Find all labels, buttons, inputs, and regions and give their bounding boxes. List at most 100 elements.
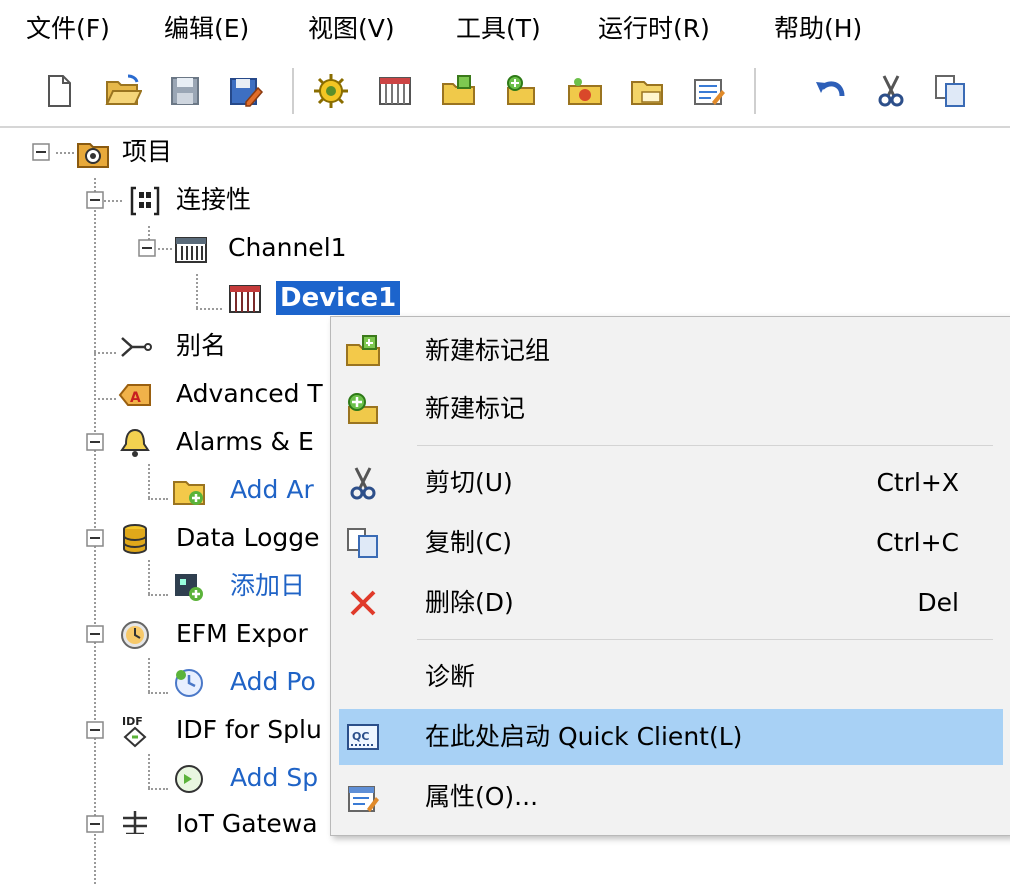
new-tag-group-icon	[345, 333, 381, 369]
gateway-icon	[118, 808, 152, 834]
toolbar	[0, 56, 1010, 126]
tree-node-efm-exporter[interactable]: EFM Expor	[0, 610, 330, 658]
tree-node-connectivity[interactable]: 连接性	[0, 176, 300, 224]
tree-label-connectivity: 连接性	[176, 185, 252, 214]
menu-item-cut[interactable]: 剪切(U) Ctrl+X	[339, 455, 1003, 511]
tree-label-add-poll-group: Add Po	[230, 667, 316, 696]
bell-icon	[118, 426, 152, 460]
tree-label-alarms: Alarms & E	[176, 427, 314, 456]
tree-node-data-logger[interactable]: Data Logge	[0, 514, 330, 562]
tag-group-icon[interactable]	[440, 72, 478, 110]
save-icon[interactable]	[166, 72, 204, 110]
menu-tools[interactable]: 工具(T)	[456, 14, 541, 44]
device-icon	[228, 282, 262, 316]
idf-icon: IDF	[118, 714, 152, 748]
collapse-icon[interactable]	[86, 721, 104, 739]
svg-text:IDF: IDF	[122, 715, 143, 728]
menu-item-diagnostics[interactable]: 诊断	[339, 649, 1003, 705]
connectivity-gear-icon[interactable]	[312, 72, 350, 110]
collapse-icon[interactable]	[86, 625, 104, 643]
add-splunk-icon	[172, 762, 206, 796]
svg-text:A: A	[130, 390, 141, 406]
tree-node-advanced-tags[interactable]: A Advanced T	[0, 370, 330, 418]
tree-label-advanced-tags: Advanced T	[176, 379, 323, 408]
channel-icon	[174, 232, 208, 266]
tree-node-project[interactable]: 项目	[0, 128, 300, 176]
properties-icon[interactable]	[690, 72, 728, 110]
tree-label-iot-gateway: IoT Gatewa	[176, 809, 318, 834]
tree-label-efm-exporter: EFM Expor	[176, 619, 308, 648]
tree-label-add-log-group: 添加日	[230, 571, 306, 600]
tag-icon[interactable]	[502, 72, 540, 110]
tree-label-device1: Device1	[276, 281, 401, 315]
tree-node-add-splunk[interactable]: Add Sp	[0, 754, 330, 802]
folder-tag-icon[interactable]	[628, 72, 666, 110]
shortcut-cut: Ctrl+X	[876, 468, 959, 497]
tree-label-project: 项目	[122, 137, 173, 166]
tree-node-channel1[interactable]: Channel1	[0, 224, 400, 272]
add-log-group-icon	[172, 570, 206, 604]
undo-icon[interactable]	[812, 72, 850, 110]
menu-label-cut: 剪切(U)	[425, 468, 513, 497]
tree-node-alarms[interactable]: Alarms & E	[0, 418, 330, 466]
menu-item-quick-client[interactable]: QC 在此处启动 Quick Client(L)	[339, 709, 1003, 765]
cut-icon[interactable]	[872, 72, 910, 110]
tree-node-iot-gateway[interactable]: IoT Gatewa	[0, 800, 330, 834]
copy-icon	[345, 525, 381, 561]
context-menu: 新建标记组 新建标记 剪切(U) Ctrl+X 复制(C) Ctrl+C 删除(…	[330, 316, 1010, 836]
menu-edit[interactable]: 编辑(E)	[164, 14, 249, 44]
menu-label-properties: 属性(O)...	[425, 782, 539, 811]
tree-node-device1[interactable]: Device1	[0, 274, 420, 322]
bulk-tag-icon[interactable]	[566, 72, 604, 110]
menu-label-new-tag-group: 新建标记组	[425, 336, 551, 365]
tree-label-data-logger: Data Logge	[176, 523, 320, 552]
device-icon[interactable]	[376, 72, 414, 110]
tree-label-add-splunk: Add Sp	[230, 763, 319, 792]
menu-file[interactable]: 文件(F)	[26, 14, 110, 44]
tree-label-aliases: 别名	[176, 331, 227, 360]
collapse-icon[interactable]	[32, 143, 50, 161]
menu-help[interactable]: 帮助(H)	[774, 14, 862, 44]
menu-label-delete: 删除(D)	[425, 588, 514, 617]
menu-item-new-tag[interactable]: 新建标记	[339, 381, 1003, 437]
connectivity-icon	[128, 184, 162, 218]
copy-icon[interactable]	[932, 72, 970, 110]
svg-text:QC: QC	[352, 730, 369, 743]
menu-item-new-tag-group[interactable]: 新建标记组	[339, 323, 1003, 379]
advanced-tags-icon: A	[118, 378, 152, 412]
alias-icon	[118, 330, 152, 364]
menu-item-properties[interactable]: 属性(O)...	[339, 769, 1003, 825]
menu-item-copy[interactable]: 复制(C) Ctrl+C	[339, 515, 1003, 571]
menu-label-copy: 复制(C)	[425, 528, 512, 557]
add-folder-icon	[172, 474, 206, 508]
collapse-icon[interactable]	[138, 239, 156, 257]
tree-node-aliases[interactable]: 别名	[0, 322, 330, 370]
tree-node-add-log-group[interactable]: 添加日	[0, 562, 330, 610]
tree-label-add-area: Add Ar	[230, 475, 314, 504]
collapse-icon[interactable]	[86, 191, 104, 209]
collapse-icon[interactable]	[86, 529, 104, 547]
delete-x-icon	[345, 585, 381, 621]
tree-node-idf-splunk[interactable]: IDF IDF for Splu	[0, 706, 330, 754]
database-icon	[118, 522, 152, 556]
shortcut-copy: Ctrl+C	[876, 528, 959, 557]
collapse-icon[interactable]	[86, 433, 104, 451]
save-as-icon[interactable]	[226, 72, 264, 110]
menu-runtime[interactable]: 运行时(R)	[598, 14, 710, 44]
collapse-icon[interactable]	[86, 815, 104, 833]
menu-view[interactable]: 视图(V)	[308, 14, 395, 44]
menu-label-new-tag: 新建标记	[425, 394, 526, 423]
tree-label-idf-splunk: IDF for Splu	[176, 715, 322, 744]
shortcut-delete: Del	[917, 588, 959, 617]
menu-item-delete[interactable]: 删除(D) Del	[339, 575, 1003, 631]
new-file-icon[interactable]	[40, 72, 78, 110]
open-folder-icon[interactable]	[104, 72, 142, 110]
menu-bar: 文件(F) 编辑(E) 视图(V) 工具(T) 运行时(R) 帮助(H)	[0, 0, 1010, 56]
project-icon	[76, 136, 110, 170]
tree-node-add-area[interactable]: Add Ar	[0, 466, 330, 514]
tree-node-add-poll-group[interactable]: Add Po	[0, 658, 330, 706]
quick-client-icon: QC	[345, 719, 381, 755]
clock-icon	[118, 618, 152, 652]
menu-label-diagnostics: 诊断	[425, 662, 476, 691]
add-poll-group-icon	[172, 666, 206, 700]
